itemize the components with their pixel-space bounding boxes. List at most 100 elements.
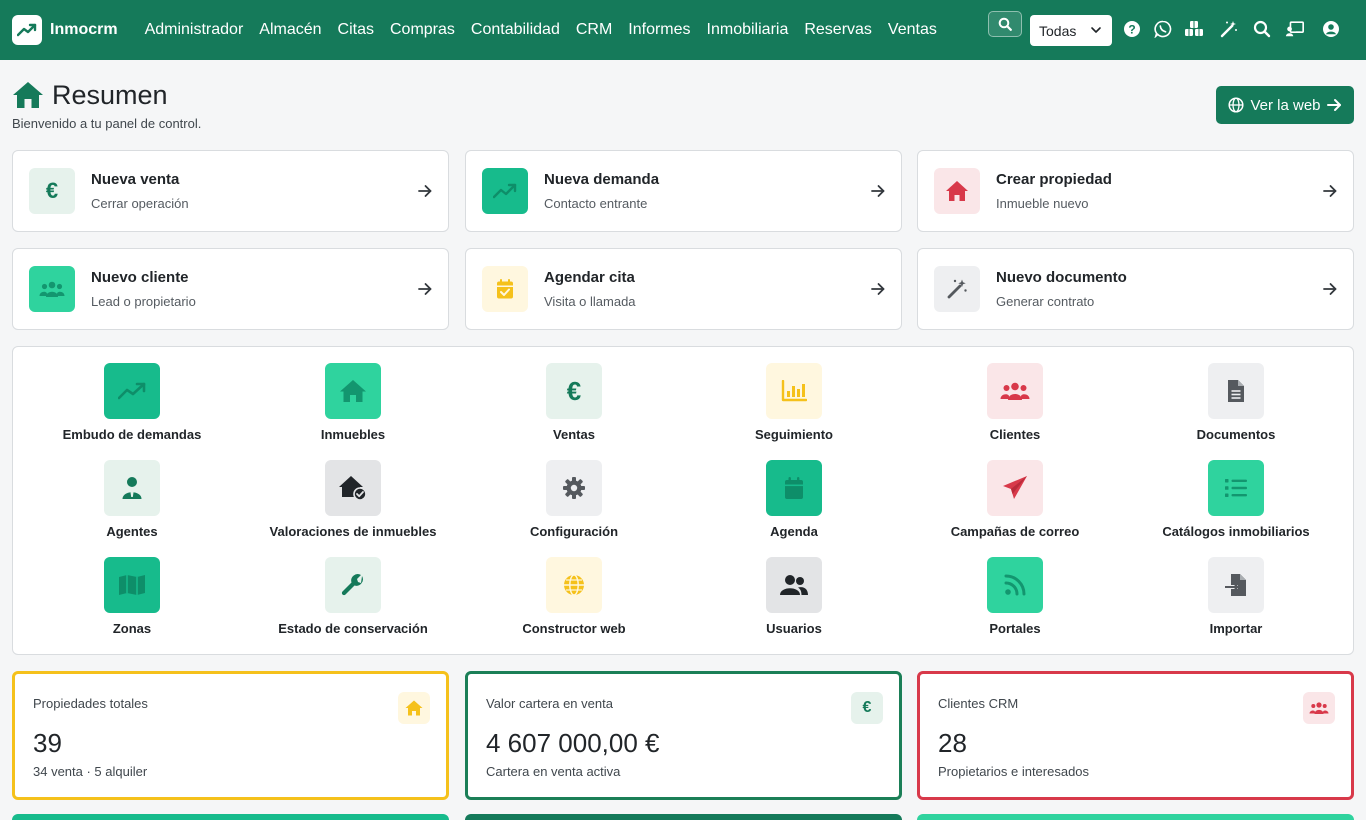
brand[interactable]: Inmocrm — [12, 15, 118, 45]
user-circle-icon[interactable] — [1321, 19, 1341, 39]
app-agenda[interactable]: Agenda — [684, 460, 904, 550]
users-icon — [987, 363, 1043, 419]
nav-item-compras[interactable]: Compras — [382, 0, 463, 60]
app-label: Constructor web — [522, 621, 626, 636]
app-demand-funnel[interactable]: Embudo de demandas — [22, 363, 242, 453]
nav-item-reservas[interactable]: Reservas — [796, 0, 880, 60]
app-label: Embudo de demandas — [62, 427, 202, 442]
stat-value: 39 — [33, 728, 62, 758]
app-label: Campañas de correo — [950, 524, 1080, 539]
quick-action-subtitle: Visita o llamada — [544, 294, 636, 309]
app-label: Clientes — [989, 427, 1041, 442]
quick-action-schedule-appointment[interactable]: Agendar cita Visita o llamada — [465, 248, 902, 330]
user-tie-icon — [104, 460, 160, 516]
file-icon — [1208, 363, 1264, 419]
nav-item-inmobiliaria[interactable]: Inmobiliaria — [699, 0, 797, 60]
quick-action-title: Crear propiedad — [996, 171, 1112, 188]
arrow-right-icon — [1323, 283, 1337, 295]
card-top-partial — [917, 814, 1354, 820]
app-email-campaigns[interactable]: Campañas de correo — [905, 460, 1125, 550]
help-icon[interactable]: ? — [1122, 19, 1142, 39]
globe-icon — [546, 557, 602, 613]
chevron-down-icon — [1091, 27, 1101, 33]
app-property-catalogs[interactable]: Catálogos inmobiliarios — [1126, 460, 1346, 550]
search-button[interactable] — [988, 11, 1022, 37]
app-label: Catálogos inmobiliarios — [1162, 524, 1310, 539]
rss-icon — [987, 557, 1043, 613]
app-label: Configuración — [529, 524, 619, 539]
quick-action-create-property[interactable]: Crear propiedad Inmueble nuevo — [917, 150, 1354, 232]
nav-item-contabilidad[interactable]: Contabilidad — [463, 0, 568, 60]
quick-action-new-sale[interactable]: € Nueva venta Cerrar operación — [12, 150, 449, 232]
nav-item-almacen[interactable]: Almacén — [251, 0, 329, 60]
euro-icon: € — [851, 692, 883, 724]
gear-icon — [546, 460, 602, 516]
nav-item-citas[interactable]: Citas — [330, 0, 382, 60]
svg-text:?: ? — [1128, 23, 1135, 37]
magic-wand-icon[interactable] — [1219, 19, 1239, 39]
app-label: Ventas — [553, 427, 595, 442]
home-icon — [398, 692, 430, 724]
cubes-icon[interactable] — [1184, 19, 1204, 39]
stat-sub: Propietarios e interesados — [938, 764, 1090, 779]
brand-name: Inmocrm — [50, 21, 118, 38]
nav-item-administrador[interactable]: Administrador — [137, 0, 252, 60]
page-title: Resumen — [12, 78, 201, 112]
nav-item-crm[interactable]: CRM — [568, 0, 620, 60]
stat-sub: Cartera en venta activa — [486, 764, 621, 779]
nav-item-informes[interactable]: Informes — [620, 0, 698, 60]
card-top-partial — [465, 814, 902, 820]
top-navbar: Inmocrm Administrador Almacén Citas Comp… — [0, 0, 1366, 60]
quick-action-subtitle: Lead o propietario — [91, 294, 196, 309]
nav-item-ventas[interactable]: Ventas — [880, 0, 945, 60]
quick-action-subtitle: Cerrar operación — [91, 196, 189, 211]
app-label: Documentos — [1196, 427, 1276, 442]
home-icon — [13, 82, 43, 108]
view-website-button[interactable]: Ver la web — [1216, 86, 1354, 124]
wrench-icon — [325, 557, 381, 613]
users-icon — [1303, 692, 1335, 724]
globe-icon — [1228, 97, 1245, 113]
page-title-text: Resumen — [52, 79, 168, 110]
app-users[interactable]: Usuarios — [684, 557, 904, 647]
chalkboard-user-icon[interactable] — [1285, 19, 1305, 39]
card-top-partial — [12, 814, 449, 820]
app-zones[interactable]: Zonas — [22, 557, 242, 647]
app-sales[interactable]: € Ventas — [464, 363, 684, 453]
quick-action-new-document[interactable]: Nuevo documento Generar contrato — [917, 248, 1354, 330]
quick-action-subtitle: Inmueble nuevo — [996, 196, 1089, 211]
scope-select[interactable]: Todas — [1030, 15, 1112, 46]
app-label: Usuarios — [766, 621, 822, 636]
stat-label: Valor cartera en venta — [486, 696, 613, 711]
app-label: Zonas — [112, 621, 152, 636]
app-documents[interactable]: Documentos — [1126, 363, 1346, 453]
quick-action-title: Nuevo documento — [996, 269, 1127, 286]
app-web-builder[interactable]: Constructor web — [464, 557, 684, 647]
app-import[interactable]: Importar — [1126, 557, 1346, 647]
app-properties[interactable]: Inmuebles — [243, 363, 463, 453]
app-settings[interactable]: Configuración — [464, 460, 684, 550]
app-portals[interactable]: Portales — [905, 557, 1125, 647]
home-icon — [934, 168, 980, 214]
app-clients[interactable]: Clientes — [905, 363, 1125, 453]
app-conservation-status[interactable]: Estado de conservación — [243, 557, 463, 647]
main-menu: Administrador Almacén Citas Compras Cont… — [137, 0, 945, 60]
quick-action-title: Nueva demanda — [544, 171, 660, 188]
app-label: Portales — [989, 621, 1041, 636]
home-check-icon — [325, 460, 381, 516]
app-label: Valoraciones de inmuebles — [269, 524, 437, 539]
app-tracking[interactable]: Seguimiento — [684, 363, 904, 453]
app-agents[interactable]: Agentes — [22, 460, 242, 550]
whatsapp-icon[interactable] — [1153, 19, 1173, 39]
magic-wand-icon — [934, 266, 980, 312]
app-property-valuations[interactable]: Valoraciones de inmuebles — [243, 460, 463, 550]
euro-icon: € — [29, 168, 75, 214]
stat-value: 28 — [938, 728, 967, 758]
quick-action-new-demand[interactable]: Nueva demanda Contacto entrante — [465, 150, 902, 232]
quick-action-new-client[interactable]: Nuevo cliente Lead o propietario — [12, 248, 449, 330]
page-header: Resumen Bienvenido a tu panel de control… — [12, 78, 201, 132]
home-icon — [325, 363, 381, 419]
search-icon[interactable] — [1252, 19, 1272, 39]
list-icon — [1208, 460, 1264, 516]
trend-up-icon — [482, 168, 528, 214]
